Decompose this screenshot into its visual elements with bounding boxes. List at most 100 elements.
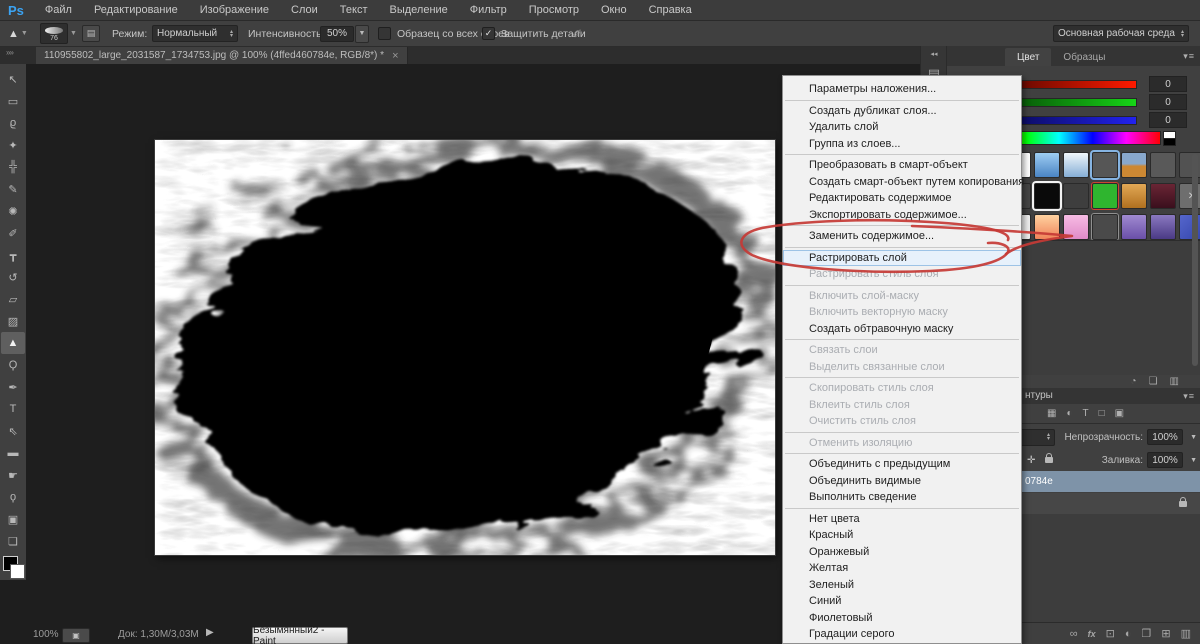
context-menu-item[interactable]: Градации серого [783, 626, 1021, 643]
style-swatch[interactable] [1063, 183, 1089, 209]
context-menu-item[interactable]: Редактировать содержимое [783, 190, 1021, 207]
fill-value[interactable]: 100% [1147, 452, 1183, 468]
style-swatch[interactable] [1150, 152, 1176, 178]
type-filter-icon[interactable]: T [1083, 408, 1089, 419]
context-menu-item[interactable]: Фиолетовый [783, 610, 1021, 627]
shape-filter-icon[interactable]: □ [1099, 408, 1105, 419]
crop-tool[interactable]: ╬ [1, 156, 25, 178]
context-menu-item[interactable]: Растрировать слой [783, 250, 1021, 267]
menubar-item[interactable]: Окно [590, 4, 638, 16]
protect-detail-checkbox[interactable]: ✓ Защитить детали [482, 21, 586, 46]
style-swatch[interactable] [1150, 183, 1176, 209]
sharpen-tool[interactable]: ▲ [1, 332, 25, 354]
menubar-item[interactable]: Просмотр [518, 4, 590, 16]
menubar-item[interactable]: Текст [329, 4, 379, 16]
style-swatch[interactable] [1092, 214, 1118, 240]
move-tool[interactable]: ↖ [1, 68, 25, 90]
chevron-down-icon[interactable]: ▼ [1190, 434, 1197, 441]
opacity-value[interactable]: 100% [1147, 429, 1183, 445]
magic-wand-tool[interactable]: ✦ [1, 134, 25, 156]
layer-group-icon[interactable]: ❐ [1142, 627, 1152, 640]
mode-dropdown[interactable]: Нормальный ▴▾ [152, 21, 238, 46]
new-style-icon[interactable]: ❏ [1149, 376, 1158, 387]
context-menu-item[interactable]: Нет цвета [783, 511, 1021, 528]
workspace-switcher[interactable]: Основная рабочая среда ▴▾ [1053, 21, 1189, 46]
menubar-item[interactable]: Редактирование [83, 4, 189, 16]
color-value-field[interactable]: 0 [1149, 76, 1187, 92]
menubar-item[interactable]: Справка [638, 4, 703, 16]
zoom-tool[interactable]: ϙ [1, 486, 25, 508]
external-window-title[interactable]: Безымянный2 - Paint [252, 627, 348, 644]
context-menu-item[interactable]: Создать смарт-объект путем копирования [783, 174, 1021, 191]
style-swatch[interactable] [1150, 214, 1176, 240]
style-swatch[interactable] [1063, 214, 1089, 240]
airbrush-toggle-button[interactable]: ✐ [572, 21, 582, 46]
hand-tool[interactable]: ☛ [1, 464, 25, 486]
context-menu-item[interactable]: Объединить с предыдущим [783, 456, 1021, 473]
collapse-dock-icon[interactable]: ◂◂ [930, 50, 937, 58]
style-swatch[interactable] [1121, 214, 1147, 240]
tab-swatches[interactable]: Образцы [1051, 48, 1117, 66]
shape-tool[interactable]: ▬ [1, 442, 25, 464]
menubar-item[interactable]: Слои [280, 4, 329, 16]
menubar-item[interactable]: Изображение [189, 4, 280, 16]
pixel-filter-icon[interactable]: ▦ [1047, 408, 1056, 419]
black-swatch[interactable] [1163, 138, 1176, 146]
tab-color[interactable]: Цвет [1005, 48, 1051, 66]
strength-dropdown-button[interactable]: ▼ [355, 25, 369, 43]
close-tab-icon[interactable]: × [392, 50, 398, 62]
context-menu-item[interactable]: Экспортировать содержимое... [783, 207, 1021, 224]
context-menu-item[interactable]: Зеленый [783, 577, 1021, 594]
type-tool[interactable]: T [1, 398, 25, 420]
style-swatch[interactable] [1034, 183, 1060, 209]
dodge-tool[interactable]: Ϙ [1, 354, 25, 376]
context-menu-item[interactable]: Создать обтравочную маску [783, 321, 1021, 338]
context-menu-item[interactable]: Преобразовать в смарт-объект [783, 157, 1021, 174]
menubar-item[interactable]: Фильтр [459, 4, 518, 16]
document-canvas[interactable] [155, 140, 775, 555]
foreground-background-colors[interactable] [2, 556, 24, 580]
adjustment-layer-icon[interactable]: ◐ [1125, 628, 1132, 640]
color-value-field[interactable]: 0 [1149, 94, 1187, 110]
background-color-swatch[interactable] [10, 564, 25, 579]
gradient-tool[interactable]: ▨ [1, 310, 25, 332]
current-tool-preview[interactable]: ▲ ▼ [8, 21, 28, 46]
layer-mask-icon[interactable]: ⊡ [1106, 627, 1115, 640]
style-swatch[interactable] [1034, 152, 1060, 178]
style-swatch[interactable] [1034, 214, 1060, 240]
marquee-tool[interactable]: ▭ [1, 90, 25, 112]
chevron-down-icon[interactable]: ▼ [1190, 457, 1197, 464]
lock-position-icon[interactable]: ✛ [1027, 455, 1035, 466]
context-menu-item[interactable]: Красный [783, 527, 1021, 544]
status-widget[interactable]: ▣ [62, 628, 90, 643]
delete-layer-icon[interactable]: ▥ [1181, 627, 1191, 640]
context-menu-item[interactable]: Оранжевый [783, 544, 1021, 561]
brush-preset-picker[interactable]: 76 ▼ [40, 21, 77, 46]
style-swatch[interactable] [1063, 152, 1089, 178]
pen-tool[interactable]: ✒ [1, 376, 25, 398]
tab-paths[interactable]: нтуры [1025, 390, 1053, 401]
style-swatch[interactable] [1121, 152, 1147, 178]
panel-menu-icon[interactable]: ▾≡ [1183, 51, 1195, 62]
link-layers-icon[interactable]: ∞ [1070, 628, 1078, 640]
lock-all-icon[interactable] [1045, 457, 1053, 463]
path-selection-tool[interactable]: ⇖ [1, 420, 25, 442]
scrollbar[interactable] [1192, 154, 1198, 366]
brush-tool[interactable]: ✐ [1, 222, 25, 244]
new-layer-icon[interactable]: ⊞ [1161, 627, 1170, 640]
zoom-level-field[interactable]: 100% [33, 629, 59, 640]
context-menu-item[interactable]: Желтая [783, 560, 1021, 577]
style-swatch[interactable] [1092, 152, 1118, 178]
screen-mode-tool[interactable]: ❏ [1, 530, 25, 552]
quick-mask-tool[interactable]: ▣ [1, 508, 25, 530]
menubar-item[interactable]: Выделение [379, 4, 459, 16]
document-tab[interactable]: 110955802_large_2031587_1734753.jpg @ 10… [36, 47, 408, 64]
context-menu-item[interactable]: Синий [783, 593, 1021, 610]
context-menu-item[interactable]: Выполнить сведение [783, 489, 1021, 506]
smart-object-filter-icon[interactable]: ▣ [1115, 408, 1124, 419]
context-menu-item[interactable]: Создать дубликат слоя... [783, 103, 1021, 120]
style-swatch[interactable] [1121, 183, 1147, 209]
style-swatch[interactable] [1092, 183, 1118, 209]
layer-effects-icon[interactable]: fx [1088, 629, 1096, 639]
color-value-field[interactable]: 0 [1149, 112, 1187, 128]
